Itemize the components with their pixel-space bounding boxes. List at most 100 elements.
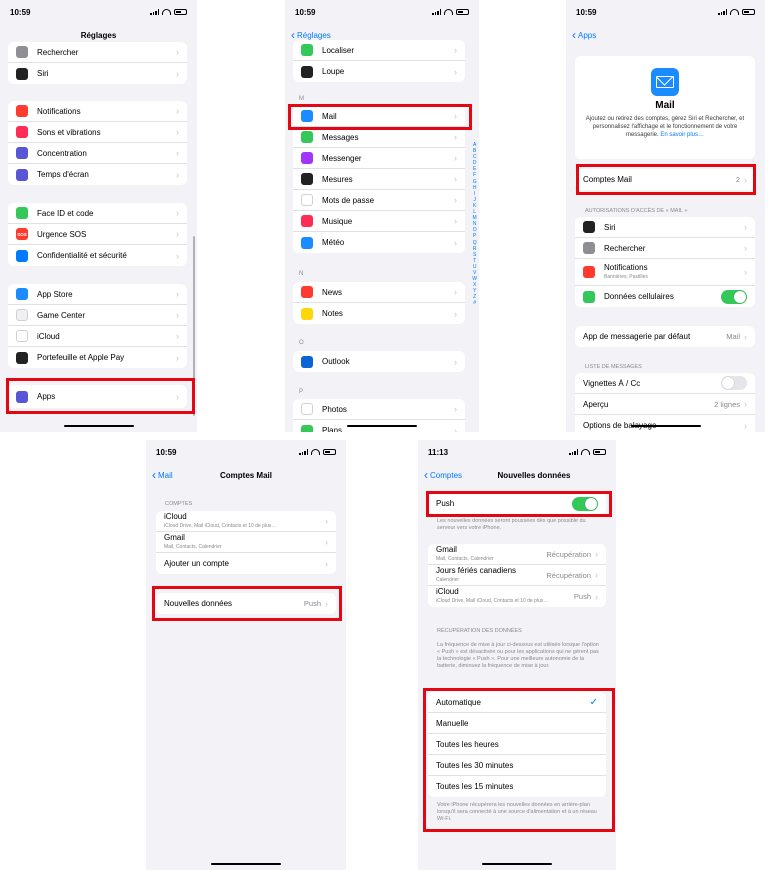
back-button[interactable]: ‹ Comptes [418,469,462,481]
app-row[interactable]: Messages › [293,127,465,148]
row-label: Messages [322,132,359,142]
fetch-option-row[interactable]: Manuelle [428,713,606,734]
measure-icon [301,173,313,185]
mail-icon [301,110,313,122]
fetch-option-row[interactable]: Toutes les heures [428,734,606,755]
chevron-right-icon: › [176,310,179,320]
chevron-right-icon: › [595,549,598,559]
battery-icon [323,449,336,455]
account-row[interactable]: Gmail Mail, Contacts, Calendrier › [156,532,336,553]
app-row[interactable]: Notes › [293,303,465,324]
app-row[interactable]: Météo › [293,232,465,253]
settings-row[interactable]: Temps d'écran › [8,164,187,185]
list-option-row[interactable]: Options de balayage › [575,415,755,432]
settings-row[interactable]: Face ID et code › [8,203,187,224]
app-row[interactable]: Localiser › [293,40,465,61]
app-row[interactable]: Outlook › [293,351,465,372]
alphabet-index[interactable]: A B C D E F G H I J K L M N O P Q R S T U V W X Y Z # [472,142,477,307]
account-row[interactable]: iCloud iCloud Drive, Mail iCloud, Contact… [156,511,336,532]
access-row[interactable]: Siri › [575,217,755,238]
app-row[interactable]: Musique › [293,211,465,232]
access-row[interactable]: Rechercher › [575,238,755,259]
fetch-account-row[interactable]: Jours fériés canadiens Calendrier Récupéra… [428,565,606,586]
mail-accounts-row[interactable]: Comptes Mail 2 › [575,169,755,190]
back-button[interactable]: ‹ Mail [146,468,173,482]
app-row-mail[interactable]: Mail › [293,106,465,127]
wifi-icon [581,449,590,455]
row-label: Rechercher [604,243,646,253]
list-option-row[interactable]: Aperçu 2 lignes › [575,394,755,415]
settings-row[interactable]: Notifications › [8,101,187,122]
status-bar: 10:59 [285,0,479,24]
fetch-option-row[interactable]: Automatique ✓ [428,692,606,713]
back-button[interactable]: ‹ Apps [566,29,596,41]
chevron-right-icon: › [744,267,747,277]
settings-row[interactable]: Sons et vibrations › [8,122,187,143]
row-label: Siri [604,222,616,232]
icloud-icon [16,330,28,342]
app-row[interactable]: Mesures › [293,169,465,190]
row-label: Aperçu [583,399,609,409]
row-label: Game Center [37,310,86,320]
access-row[interactable]: Données cellulaires [575,286,755,307]
app-row[interactable]: Mots de passe › [293,190,465,211]
chevron-right-icon: › [176,229,179,239]
index-letter[interactable]: # [472,300,477,306]
chevron-right-icon: › [454,132,457,142]
chevron-right-icon: › [454,308,457,319]
scrollbar[interactable] [193,236,195,416]
chevron-right-icon: › [176,391,179,402]
settings-row[interactable]: Rechercher › [8,42,187,63]
settings-row[interactable]: Game Center › [8,305,187,326]
chevron-right-icon: › [176,127,179,137]
messenger-icon [301,152,313,164]
fetch-account-row[interactable]: Gmail Mail, Contacts, Calendrier Récupérat… [428,544,606,565]
list-option-row[interactable]: Vignettes À / Cc [575,373,755,394]
row-label: Données cellulaires [604,292,674,301]
settings-row[interactable]: Portefeuille et Apple Pay › [8,347,187,368]
settings-row[interactable]: Confidentialité et sécurité › [8,245,187,266]
fetch-option-row[interactable]: Toutes les 15 minutes [428,776,606,797]
weather-icon [301,236,313,249]
row-label: Mail [322,111,337,121]
fetch-new-data-row[interactable]: Nouvelles données Push › [156,593,336,614]
chevron-right-icon: › [744,420,747,431]
wifi-icon [730,9,739,15]
chevron-right-icon: › [176,331,179,341]
chevron-right-icon: › [454,287,457,297]
chevron-right-icon: › [176,148,179,158]
account-row[interactable]: Ajouter un compte › [156,553,336,574]
app-row[interactable]: Loupe › [293,61,465,82]
learn-more-link[interactable]: En savoir plus… [660,132,704,138]
back-button[interactable]: ‹ Réglages [285,29,331,41]
accounts-header: COMPTES [165,501,193,507]
settings-row[interactable]: App Store › [8,284,187,305]
settings-row[interactable]: Concentration › [8,143,187,164]
fetch-account-row[interactable]: iCloud iCloud Drive, Mail iCloud, Contact… [428,586,606,607]
settings-row[interactable]: Siri › [8,63,187,84]
access-row[interactable]: Notifications Bannières, Pastilles › [575,259,755,286]
app-row[interactable]: News › [293,282,465,303]
toggle-switch[interactable] [721,376,747,390]
push-toggle[interactable] [572,496,598,511]
settings-row[interactable]: iCloud › [8,326,187,347]
app-row[interactable]: Messenger › [293,148,465,169]
row-label: iCloud [37,331,60,341]
signal-icon [432,9,441,15]
row-label: Toutes les heures [436,739,499,749]
settings-row-apps[interactable]: Apps › [8,385,187,408]
default-app-row[interactable]: App de messagerie par défaut Mail › [575,326,755,347]
toggle-switch[interactable] [721,289,747,304]
status-time: 10:59 [295,7,316,17]
app-row[interactable]: Photos › [293,399,465,420]
envelope-icon [656,76,674,88]
row-label: Apps [37,392,56,401]
settings-row[interactable]: SOS Urgence SOS › [8,224,187,245]
chevron-left-icon: ‹ [152,468,156,482]
settings-group-security: Face ID et code › SOS Urgence SOS › Confident… [8,203,187,266]
checkmark-icon: ✓ [589,696,598,708]
fetch-option-row[interactable]: Toutes les 30 minutes [428,755,606,776]
outlook-icon [301,355,313,368]
search-icon [16,46,28,58]
news-icon [301,286,313,298]
